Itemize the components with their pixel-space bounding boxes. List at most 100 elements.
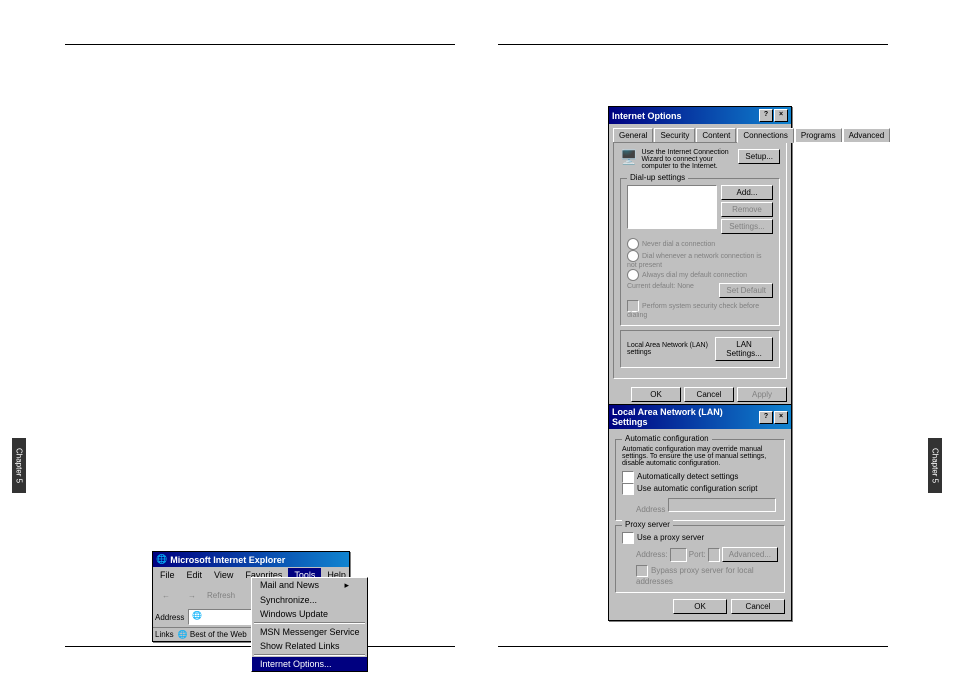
io-tabs: General Security Content Connections Pro…	[609, 124, 791, 142]
chk-auto-detect[interactable]	[622, 471, 634, 483]
auto-title: Automatic configuration	[622, 434, 712, 443]
cancel-button[interactable]: Cancel	[684, 387, 734, 402]
help-icon-2[interactable]: ?	[759, 411, 773, 424]
lan-title: Local Area Network (LAN) Settings	[612, 407, 759, 427]
auto-config-group: Automatic configuration Automatic config…	[615, 439, 785, 521]
dialup-list[interactable]	[627, 185, 717, 229]
close-icon[interactable]: ×	[774, 109, 788, 122]
menu-separator	[254, 622, 365, 624]
proxy-port-input	[708, 548, 720, 562]
proxy-use-label: Use a proxy server	[637, 533, 704, 542]
help-icon[interactable]: ?	[759, 109, 773, 122]
chk-bypass	[636, 565, 648, 577]
ie-titlebar: 🌐Microsoft Internet Explorer	[153, 552, 349, 567]
tools-related[interactable]: Show Related Links	[252, 639, 367, 653]
io-title: Internet Options	[612, 111, 682, 121]
internet-options-dialog: Internet Options ?× General Security Con…	[608, 106, 792, 407]
dialup-group: Dial-up settings Add... Remove Settings.…	[620, 178, 780, 326]
io-titlebar: Internet Options ?×	[609, 107, 791, 124]
chapter-tab-left: Chapter 5	[12, 438, 26, 493]
radio-when	[627, 250, 639, 262]
proxy-addr-input	[670, 548, 687, 562]
proxy-port-label: Port:	[689, 550, 706, 559]
curr-label: Current default:	[627, 283, 675, 290]
ie-icon: 🌐	[156, 554, 167, 565]
tab-advanced[interactable]: Advanced	[843, 128, 891, 142]
bottom-rule-right	[498, 646, 888, 647]
script-addr-input	[668, 498, 776, 512]
tab-content[interactable]: Content	[696, 128, 736, 142]
setdefault-button: Set Default	[719, 283, 773, 298]
chapter-tab-right: Chapter 5	[928, 438, 942, 493]
tools-msn[interactable]: MSN Messenger Service	[252, 625, 367, 639]
r2-label: Dial whenever a network connection is no…	[627, 253, 761, 269]
lan-body: Automatic configuration Automatic config…	[609, 429, 791, 620]
links-item-label: Best of the Web	[190, 630, 247, 639]
menu-edit[interactable]: Edit	[181, 568, 209, 582]
ie-title: Microsoft Internet Explorer	[170, 555, 285, 565]
links-label: Links	[155, 630, 174, 639]
tools-update[interactable]: Windows Update	[252, 607, 367, 621]
wizard-text: Use the Internet Connection Wizard to co…	[641, 149, 734, 170]
tools-dropdown: Mail and News ▸ Synchronize... Windows Up…	[251, 577, 368, 672]
r1-label: Never dial a connection	[642, 241, 715, 248]
auto-detect-label: Automatically detect settings	[637, 472, 738, 481]
tab-security[interactable]: Security	[654, 128, 695, 142]
remove-button: Remove	[721, 202, 773, 217]
script-addr-label: Address	[636, 505, 665, 514]
close-icon-2[interactable]: ×	[774, 411, 788, 424]
proxy-addr-label: Address:	[636, 550, 668, 559]
io-buttons: OK Cancel Apply	[609, 383, 791, 406]
apply-button: Apply	[737, 387, 787, 402]
bypass-label: Bypass proxy server for local addresses	[636, 566, 754, 586]
chk1-label: Perform system security check before dia…	[627, 303, 759, 319]
menu-file[interactable]: File	[154, 568, 181, 582]
lan-group: Local Area Network (LAN) settings LAN Se…	[620, 330, 780, 368]
back-button[interactable]: ←	[155, 585, 177, 605]
r3-label: Always dial my default connection	[642, 272, 747, 279]
links-item[interactable]: 🌐 Best of the Web	[178, 630, 247, 639]
menu-view[interactable]: View	[208, 568, 239, 582]
lan-buttons: OK Cancel	[615, 599, 785, 614]
chk-security	[627, 300, 639, 312]
wizard-icon: 🖥️	[620, 149, 637, 166]
auto-text: Automatic configuration may override man…	[622, 446, 778, 467]
tools-internet-options[interactable]: Internet Options...	[252, 657, 367, 671]
tools-mail[interactable]: Mail and News ▸	[252, 578, 367, 593]
tab-programs[interactable]: Programs	[795, 128, 842, 142]
top-rule-right	[498, 44, 888, 45]
lan-settings-button[interactable]: LAN Settings...	[715, 337, 773, 361]
curr-val: None	[677, 283, 694, 290]
proxy-advanced-button: Advanced...	[722, 547, 778, 562]
ie-window: 🌐Microsoft Internet Explorer File Edit V…	[152, 551, 350, 642]
tab-connections[interactable]: Connections	[737, 128, 793, 143]
tools-mail-label: Mail and News	[260, 580, 319, 591]
tools-sync[interactable]: Synchronize...	[252, 593, 367, 607]
settings-button: Settings...	[721, 219, 773, 234]
lan-settings-dialog: Local Area Network (LAN) Settings ?× Aut…	[608, 404, 792, 621]
ok-button[interactable]: OK	[631, 387, 681, 402]
dial-options: Never dial a connection Dial whenever a …	[627, 238, 773, 319]
lan-ok-button[interactable]: OK	[673, 599, 727, 614]
lan-cancel-button[interactable]: Cancel	[731, 599, 785, 614]
add-button[interactable]: Add...	[721, 185, 773, 200]
io-panel: 🖥️ Use the Internet Connection Wizard to…	[613, 142, 787, 379]
radio-never	[627, 238, 639, 250]
tab-general[interactable]: General	[613, 128, 653, 142]
top-rule-left	[65, 44, 455, 45]
auto-script-label: Use automatic configuration script	[637, 484, 758, 493]
proxy-group: Proxy server Use a proxy server Address:…	[615, 525, 785, 593]
proxy-title: Proxy server	[622, 520, 673, 529]
chk-use-proxy[interactable]	[622, 532, 634, 544]
setup-button[interactable]: Setup...	[738, 149, 780, 164]
submenu-arrow-icon: ▸	[344, 580, 349, 591]
menu-separator-2	[254, 654, 365, 656]
address-label: Address	[155, 613, 184, 622]
forward-button[interactable]: →	[181, 585, 203, 605]
chk-auto-script[interactable]	[622, 483, 634, 495]
lan-titlebar: Local Area Network (LAN) Settings ?×	[609, 405, 791, 429]
radio-always	[627, 269, 639, 281]
refresh-label: Refresh	[207, 591, 235, 600]
dialup-label: Dial-up settings	[627, 173, 688, 182]
lan-label: Local Area Network (LAN) settings	[627, 342, 715, 356]
